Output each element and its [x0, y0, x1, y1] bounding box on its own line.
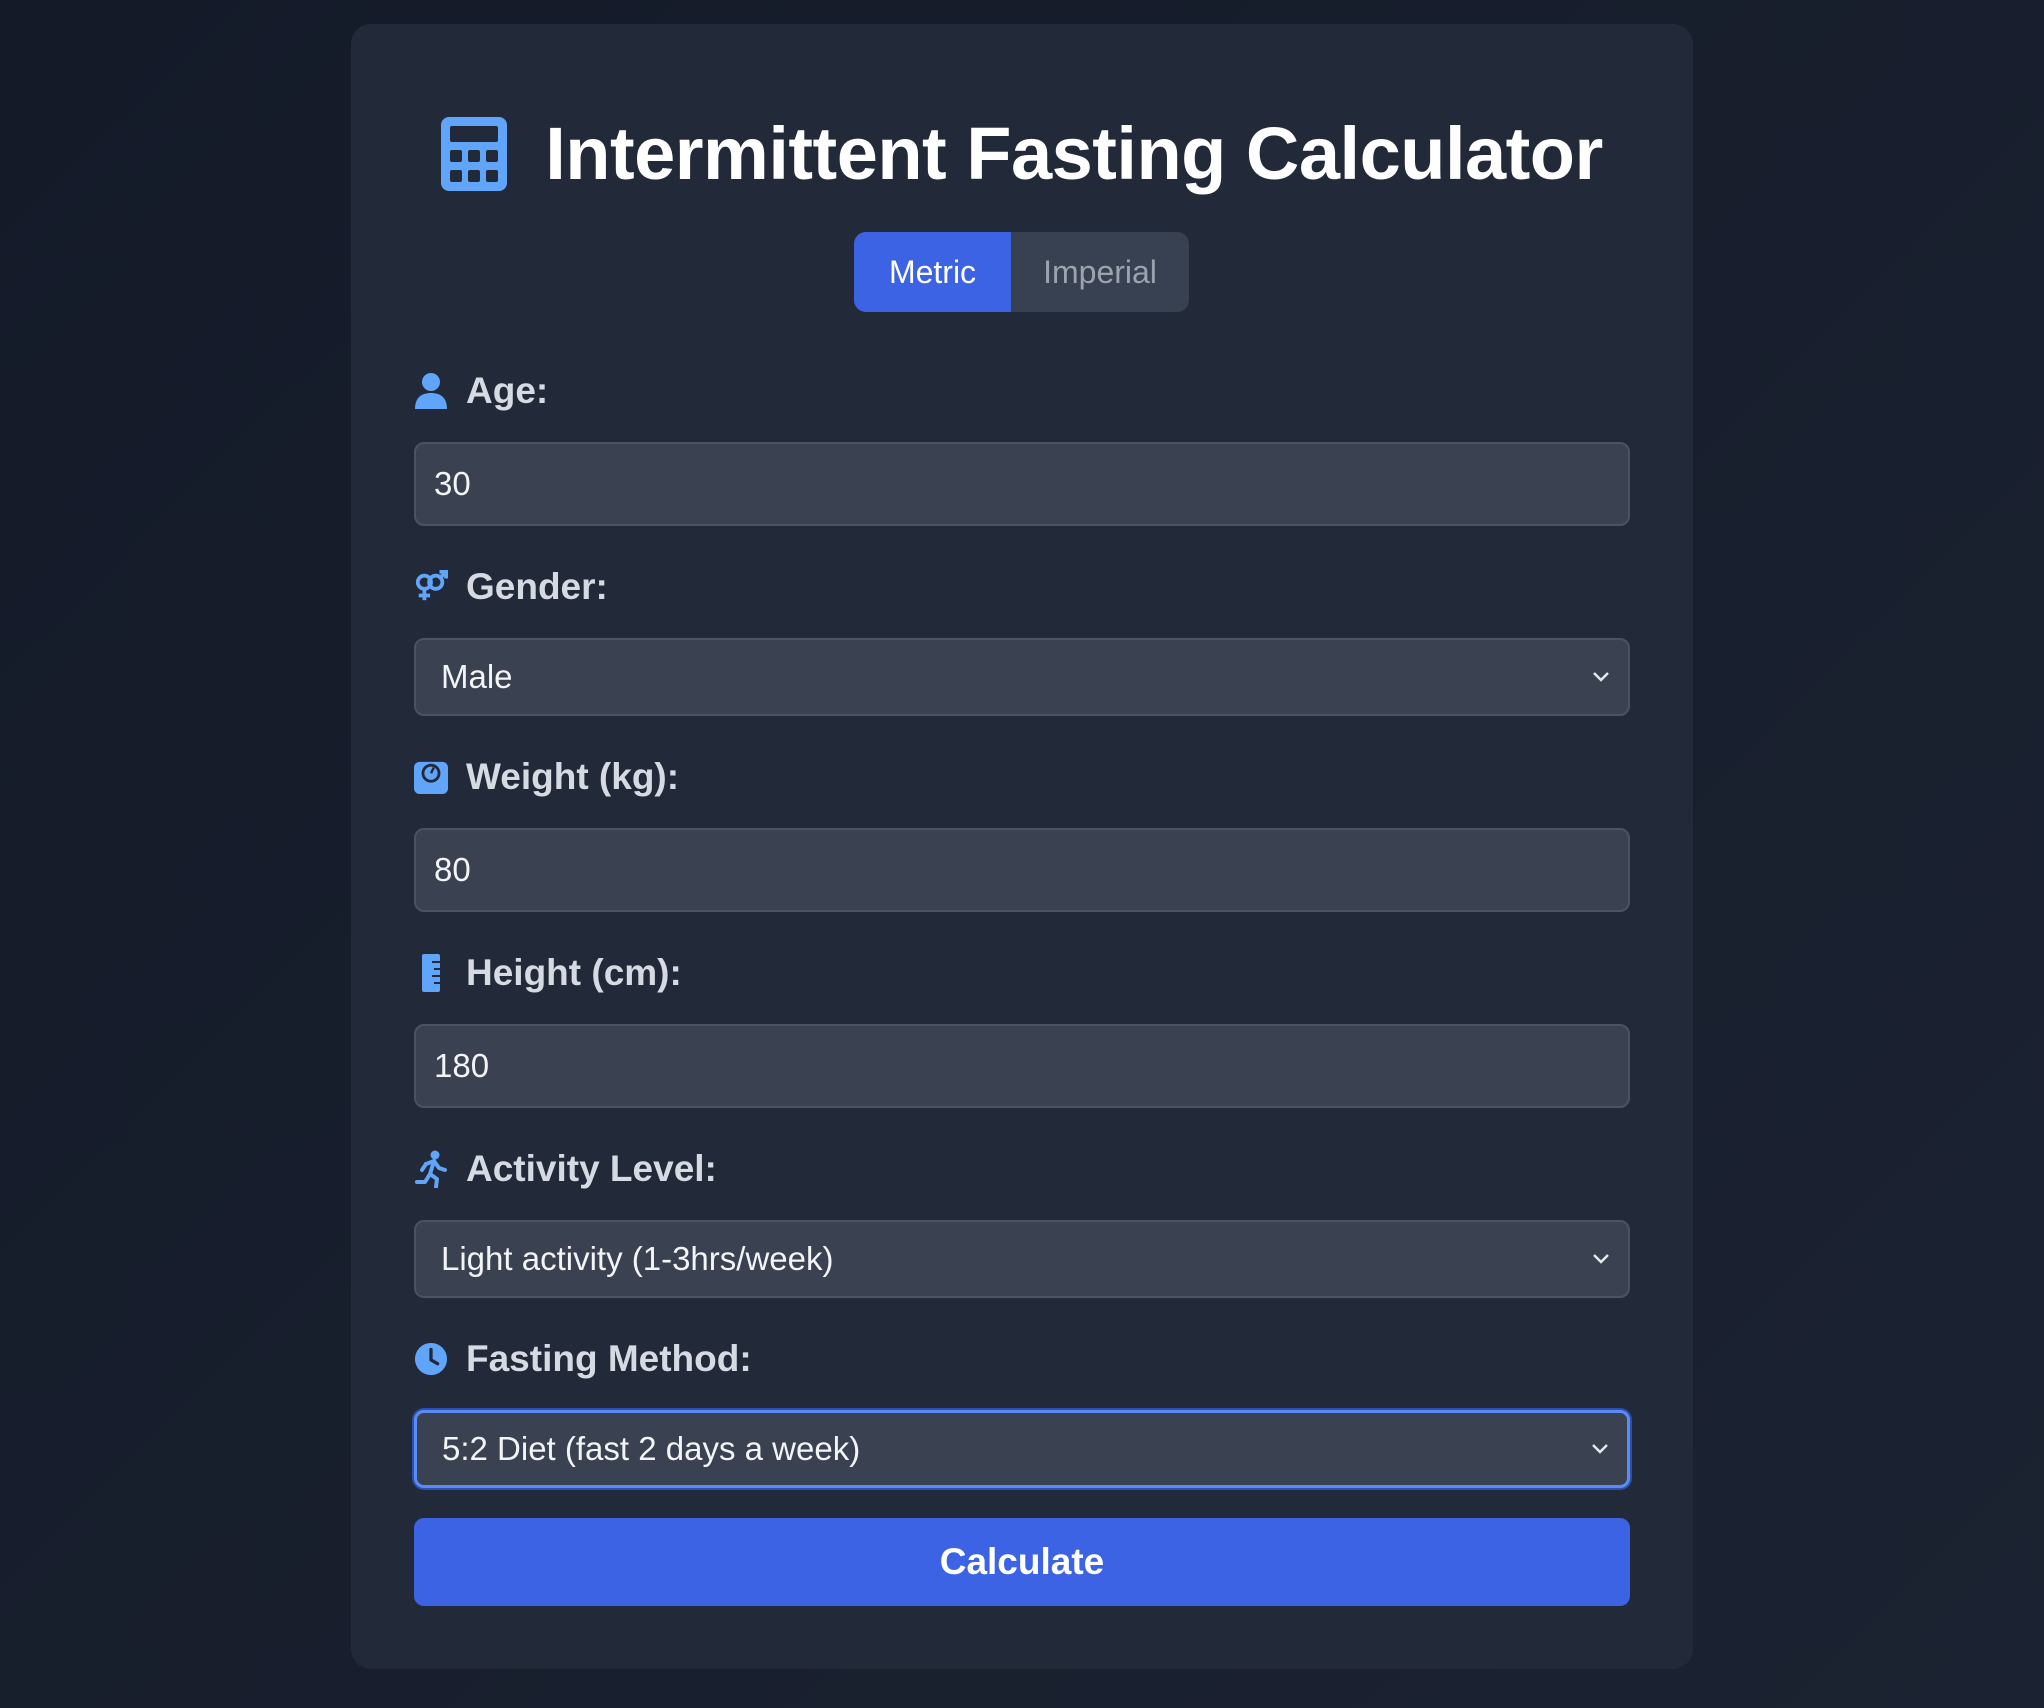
header: Intermittent Fasting Calculator: [351, 86, 1693, 222]
metric-button[interactable]: Metric: [854, 232, 1011, 312]
gender-value: Male: [441, 658, 513, 695]
weight-label-row: Weight (kg):: [414, 754, 1630, 800]
weight-field-group: Weight (kg): 80: [414, 754, 1630, 912]
weight-value: 80: [434, 851, 471, 888]
imperial-button[interactable]: Imperial: [1011, 232, 1189, 312]
height-input[interactable]: 180: [414, 1024, 1630, 1108]
activity-select[interactable]: Light activity (1-3hrs/week): [414, 1220, 1630, 1298]
running-icon: [414, 1150, 448, 1188]
activity-field-group: Activity Level: Light activity (1-3hrs/w…: [414, 1146, 1630, 1298]
height-label-row: Height (cm):: [414, 950, 1630, 996]
fasting-field-group: Fasting Method: 5:2 Diet (fast 2 days a …: [414, 1336, 1630, 1488]
activity-label: Activity Level:: [466, 1148, 717, 1189]
activity-value: Light activity (1-3hrs/week): [441, 1240, 834, 1277]
gender-select[interactable]: Male: [414, 638, 1630, 716]
fasting-value: 5:2 Diet (fast 2 days a week): [442, 1430, 861, 1467]
fasting-label: Fasting Method:: [466, 1338, 752, 1379]
height-field-group: Height (cm): 180: [414, 950, 1630, 1108]
user-icon: [414, 372, 448, 410]
weight-input[interactable]: 80: [414, 828, 1630, 912]
gender-field-group: Gender: Male: [414, 564, 1630, 716]
gender-label-row: Gender:: [414, 564, 1630, 610]
fasting-method-select[interactable]: 5:2 Diet (fast 2 days a week): [414, 1410, 1630, 1488]
clock-icon: [414, 1340, 448, 1378]
chevron-down-icon: [1592, 1444, 1608, 1454]
age-value: 30: [434, 465, 471, 502]
chevron-down-icon: [1593, 672, 1609, 682]
age-field-group: Age: 30: [414, 368, 1630, 526]
fasting-label-row: Fasting Method:: [414, 1336, 1630, 1382]
unit-toggle: Metric Imperial: [854, 232, 1189, 312]
calculator-icon: [441, 117, 508, 191]
chevron-down-icon: [1593, 1254, 1609, 1264]
page-title: Intermittent Fasting Calculator: [545, 112, 1603, 195]
age-label: Age:: [466, 370, 549, 411]
ruler-icon: [414, 954, 448, 992]
calculator-card: Intermittent Fasting Calculator Metric I…: [351, 24, 1693, 1669]
activity-label-row: Activity Level:: [414, 1146, 1630, 1192]
venus-mars-icon: [414, 568, 448, 606]
weight-scale-icon: [414, 758, 448, 796]
height-value: 180: [434, 1047, 490, 1084]
gender-label: Gender:: [466, 566, 608, 607]
height-label: Height (cm):: [466, 952, 682, 993]
weight-label: Weight (kg):: [466, 756, 680, 797]
age-input[interactable]: 30: [414, 442, 1630, 526]
age-label-row: Age:: [414, 368, 1630, 414]
calculate-button[interactable]: Calculate: [414, 1518, 1630, 1606]
